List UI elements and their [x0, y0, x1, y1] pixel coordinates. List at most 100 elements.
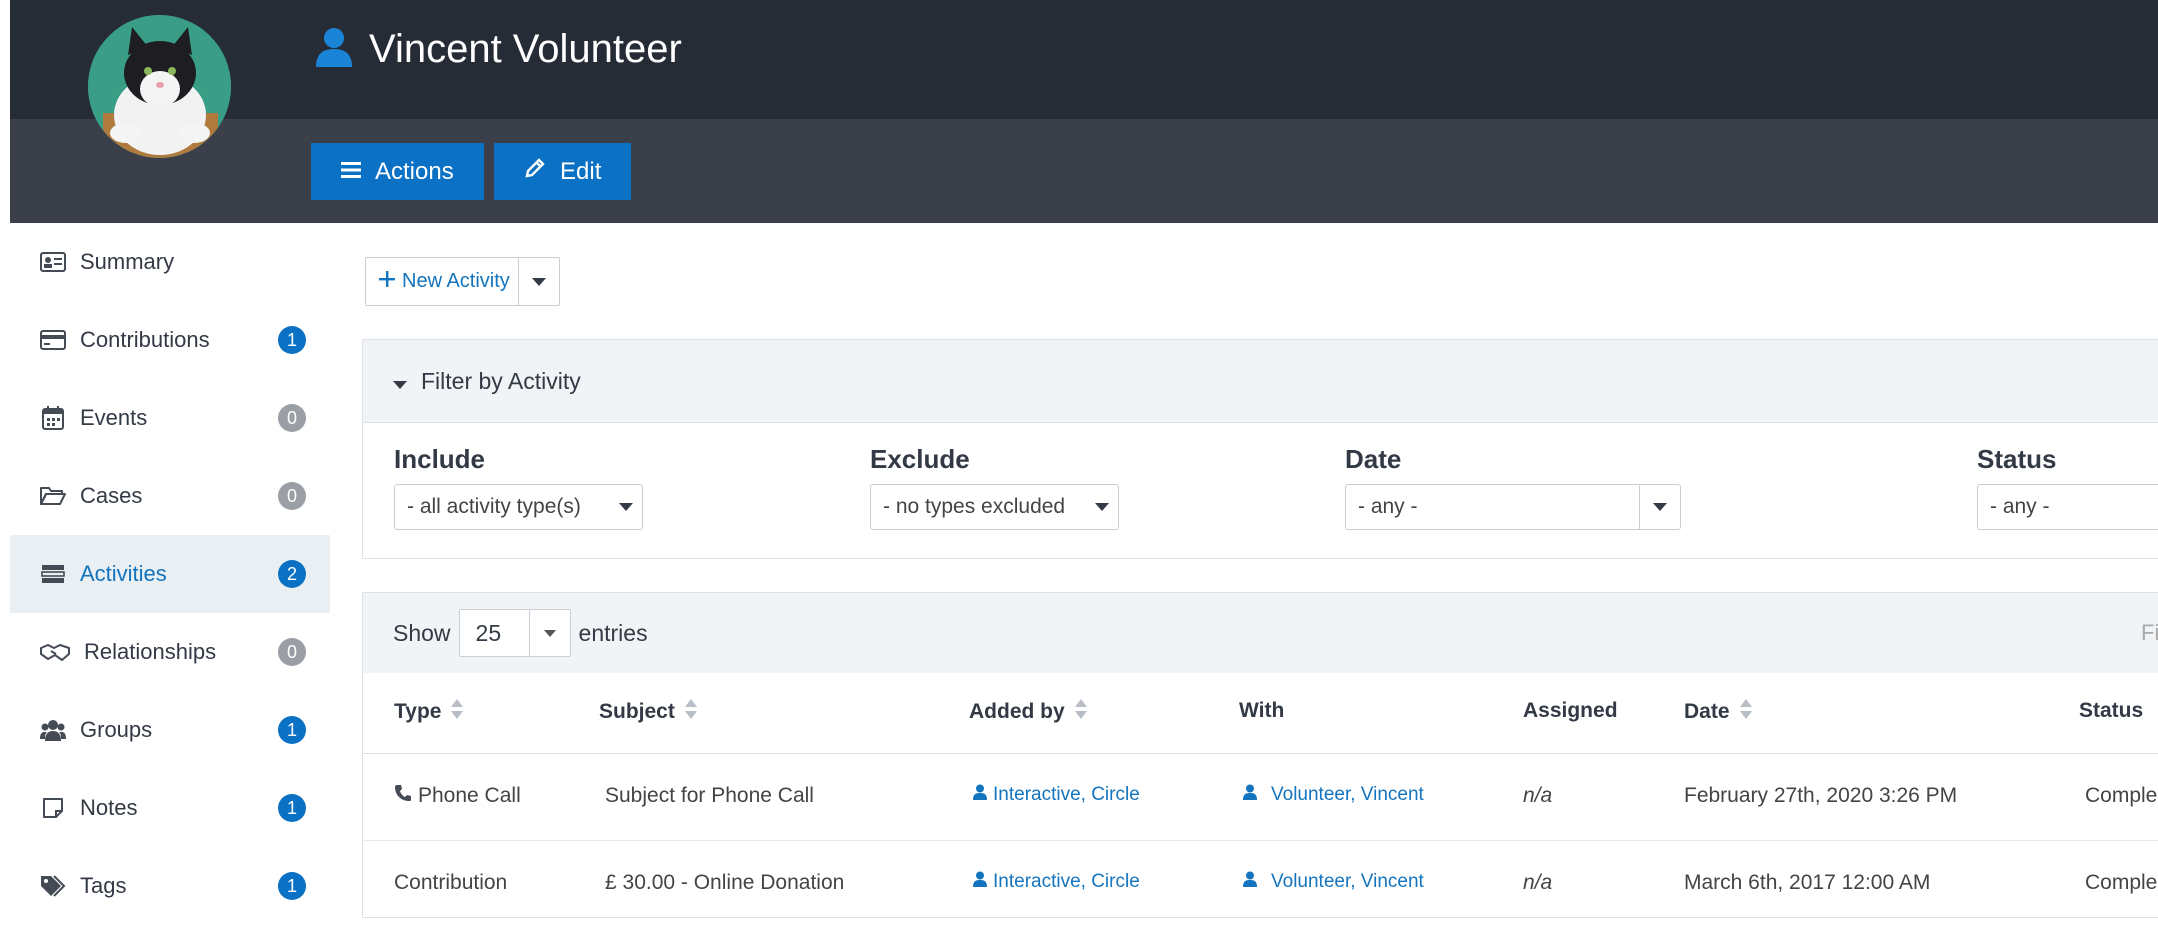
credit-card-icon — [40, 327, 66, 353]
caret-down-icon — [532, 273, 546, 291]
user-icon — [973, 871, 987, 893]
status-cell: Comple — [2085, 871, 2158, 894]
avatar[interactable] — [88, 15, 231, 158]
added-by-link[interactable]: Interactive, Circle — [973, 871, 1140, 893]
sidebar-item-label: Activities — [80, 561, 167, 586]
status-cell: Comple — [2085, 784, 2158, 807]
tags-icon — [40, 873, 66, 899]
sidebar-item-label: Notes — [80, 795, 138, 820]
with-contact-link[interactable]: Volunteer, Vincent — [1243, 871, 1424, 893]
sidebar: Summary Contributions 1 Events 0 Cases 0… — [10, 223, 330, 918]
count-badge: 1 — [278, 716, 306, 744]
id-card-icon — [40, 249, 66, 275]
column-label: Assigned — [1523, 699, 1618, 722]
column-header-date[interactable]: Date — [1684, 699, 1752, 725]
phone-icon — [394, 784, 412, 808]
sidebar-item-contributions[interactable]: Contributions 1 — [10, 301, 330, 379]
table-controls: Show 25 entries Fi — [363, 593, 2158, 673]
type-text: Phone Call — [418, 784, 521, 807]
type-cell: Contribution — [394, 871, 508, 894]
actions-label: Actions — [375, 157, 454, 185]
date-label: Date — [1345, 444, 1402, 474]
show-label: Show — [393, 619, 451, 646]
entries-per-page-select[interactable]: 25 — [458, 609, 571, 657]
sort-icon — [684, 699, 697, 725]
folder-open-icon — [40, 483, 66, 509]
new-activity-dropdown-toggle[interactable] — [519, 258, 559, 305]
table-header: Type Subject Added by With Assigned Date… — [363, 673, 2158, 754]
assigned-cell: n/a — [1523, 784, 1553, 807]
column-header-subject[interactable]: Subject — [599, 699, 697, 725]
sidebar-item-summary[interactable]: Summary — [10, 223, 330, 301]
include-select[interactable]: - all activity type(s) — [394, 484, 643, 530]
tasks-icon — [40, 561, 66, 587]
entries-label: entries — [578, 619, 648, 646]
column-header-type[interactable]: Type — [394, 699, 464, 725]
sidebar-item-notes[interactable]: Notes 1 — [10, 769, 330, 847]
cat-photo — [88, 15, 231, 158]
table-row[interactable]: Contribution £ 30.00 - Online Donation I… — [363, 841, 2158, 917]
sidebar-item-events[interactable]: Events 0 — [10, 379, 330, 457]
with-text: Volunteer, Vincent — [1271, 784, 1424, 805]
edit-button[interactable]: Edit — [494, 143, 632, 200]
user-icon — [973, 784, 987, 806]
sort-icon — [451, 699, 464, 725]
column-header-added-by[interactable]: Added by — [969, 699, 1087, 725]
added-by-text: Interactive, Circle — [993, 871, 1140, 892]
table-row[interactable]: Phone Call Subject for Phone Call Intera… — [363, 754, 2158, 841]
sidebar-item-activities[interactable]: Activities 2 — [10, 535, 330, 613]
plus-icon — [378, 270, 396, 294]
assigned-cell: n/a — [1523, 871, 1553, 894]
caret-down-icon — [610, 503, 642, 511]
added-by-link[interactable]: Interactive, Circle — [973, 784, 1140, 806]
user-icon — [315, 27, 353, 72]
sidebar-item-relationships[interactable]: Relationships 0 — [10, 613, 330, 691]
table-filter-label: Fi — [2141, 620, 2158, 645]
caret-down-icon — [528, 610, 570, 656]
sort-icon — [1074, 699, 1087, 725]
count-badge: 0 — [278, 638, 306, 666]
column-label: With — [1239, 699, 1285, 722]
date-value: - any - — [1358, 495, 1418, 518]
users-icon — [40, 717, 66, 743]
column-label: Type — [394, 700, 442, 723]
contact-title: Vincent Volunteer — [315, 24, 682, 74]
with-contact-link[interactable]: Volunteer, Vincent — [1243, 784, 1424, 806]
status-select[interactable]: - any - — [1977, 484, 2158, 530]
exclude-value: - no types excluded — [883, 495, 1066, 518]
sidebar-item-cases[interactable]: Cases 0 — [10, 457, 330, 535]
count-badge: 0 — [278, 404, 306, 432]
caret-down-icon — [393, 368, 407, 395]
new-activity-button[interactable]: New Activity — [366, 258, 519, 305]
calendar-icon — [40, 405, 66, 431]
subject-cell: Subject for Phone Call — [605, 784, 814, 807]
entries-value: 25 — [475, 619, 502, 646]
column-label: Date — [1684, 700, 1730, 723]
actions-button[interactable]: Actions — [311, 143, 484, 200]
include-value: - all activity type(s) — [407, 495, 581, 518]
sidebar-item-label: Summary — [80, 249, 175, 274]
column-label: Added by — [969, 700, 1065, 723]
new-activity-label: New Activity — [402, 270, 510, 292]
status-label: Status — [1977, 444, 2057, 474]
contact-name: Vincent Volunteer — [369, 26, 682, 71]
edit-label: Edit — [560, 157, 602, 185]
sidebar-item-label: Events — [80, 405, 148, 430]
sidebar-item-groups[interactable]: Groups 1 — [10, 691, 330, 769]
count-badge: 2 — [278, 560, 306, 588]
sidebar-item-tags[interactable]: Tags 1 — [10, 847, 330, 925]
column-header-status[interactable]: Status — [2079, 699, 2143, 723]
user-icon — [1243, 871, 1257, 893]
count-badge: 1 — [278, 794, 306, 822]
date-cell: March 6th, 2017 12:00 AM — [1684, 871, 1931, 894]
type-cell: Phone Call — [394, 784, 521, 808]
date-cell: February 27th, 2020 3:26 PM — [1684, 784, 1958, 807]
new-activity-split-button: New Activity — [365, 257, 560, 306]
filter-toggle[interactable]: Filter by Activity — [363, 340, 2158, 423]
count-badge: 1 — [278, 326, 306, 354]
date-select[interactable]: - any - — [1345, 484, 1681, 530]
filter-title: Filter by Activity — [421, 367, 581, 394]
exclude-label: Exclude — [870, 444, 970, 474]
exclude-select[interactable]: - no types excluded — [870, 484, 1119, 530]
sidebar-item-label: Relationships — [84, 639, 217, 664]
